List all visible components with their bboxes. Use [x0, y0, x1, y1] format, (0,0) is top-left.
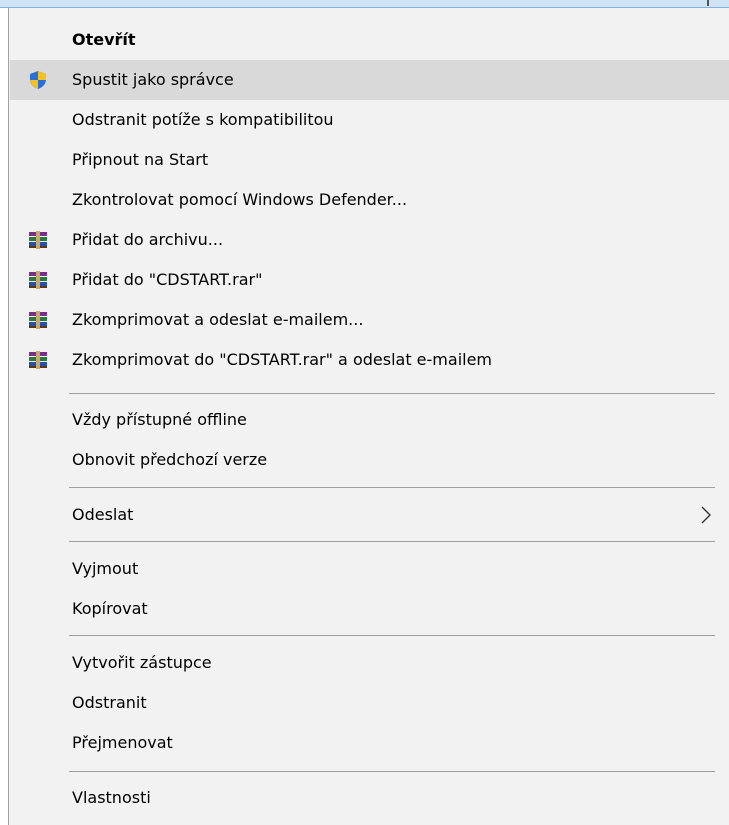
- menu-item-label: Zkomprimovat do "CDSTART.rar" a odeslat …: [72, 350, 493, 369]
- menu-item-properties[interactable]: Vlastnosti: [10, 778, 729, 818]
- menu-item-copy[interactable]: Kopírovat: [10, 589, 729, 629]
- selected-item-strip: [0, 0, 729, 8]
- menu-item-label: Zkontrolovat pomocí Windows Defender...: [72, 190, 408, 209]
- winrar-icon: [28, 310, 48, 330]
- winrar-icon: [28, 270, 48, 290]
- menu-item-label: Kopírovat: [72, 599, 148, 618]
- menu-separator: [69, 541, 715, 542]
- menu-item-send-to[interactable]: Odeslat: [10, 495, 729, 535]
- menu-item-add-to-cdstart-rar[interactable]: Přidat do "CDSTART.rar": [10, 260, 729, 300]
- menu-item-cut[interactable]: Vyjmout: [10, 549, 729, 589]
- menu-item-compress-and-email[interactable]: Zkomprimovat a odeslat e-mailem...: [10, 300, 729, 340]
- menu-item-add-to-archive[interactable]: Přidat do archivu...: [10, 220, 729, 260]
- menu-item-label: Spustit jako správce: [72, 70, 234, 89]
- menu-item-label: Odstranit potíže s kompatibilitou: [72, 110, 334, 129]
- menu-item-always-available-offline[interactable]: Vždy přístupné offline: [10, 400, 729, 440]
- menu-item-label: Vyjmout: [72, 559, 139, 578]
- menu-item-label: Vlastnosti: [72, 788, 151, 807]
- menu-item-scan-defender[interactable]: Zkontrolovat pomocí Windows Defender...: [10, 180, 729, 220]
- chevron-right-icon: [697, 506, 715, 524]
- menu-item-label: Přidat do archivu...: [72, 230, 224, 249]
- menu-item-rename[interactable]: Přejmenovat: [10, 723, 729, 763]
- menu-item-compress-to-cdstart-and-email[interactable]: Zkomprimovat do "CDSTART.rar" a odeslat …: [10, 340, 729, 380]
- menu-item-label: Přidat do "CDSTART.rar": [72, 270, 263, 289]
- uac-shield-icon: [28, 70, 48, 90]
- menu-item-run-as-admin[interactable]: Spustit jako správce: [10, 60, 729, 100]
- menu-item-label: Obnovit předchozí verze: [72, 450, 268, 469]
- menu-separator: [69, 487, 715, 488]
- menu-item-label: Přejmenovat: [72, 733, 173, 752]
- menu-item-restore-previous-versions[interactable]: Obnovit předchozí verze: [10, 440, 729, 480]
- context-menu: Otevřít Spustit jako správce Odstranit p…: [8, 8, 729, 825]
- winrar-icon: [28, 230, 48, 250]
- menu-item-label: Připnout na Start: [72, 150, 209, 169]
- menu-separator: [69, 635, 715, 636]
- menu-separator: [69, 771, 715, 772]
- menu-item-label: Odstranit: [72, 693, 147, 712]
- menu-item-troubleshoot-compatibility[interactable]: Odstranit potíže s kompatibilitou: [10, 100, 729, 140]
- menu-item-label: Otevřít: [72, 30, 136, 49]
- winrar-icon: [28, 350, 48, 370]
- menu-item-open[interactable]: Otevřít: [10, 20, 729, 60]
- menu-item-label: Vždy přístupné offline: [72, 410, 247, 429]
- menu-item-label: Odeslat: [72, 505, 134, 524]
- menu-separator: [69, 393, 715, 394]
- menu-item-label: Zkomprimovat a odeslat e-mailem...: [72, 310, 364, 329]
- menu-item-label: Vytvořit zástupce: [72, 653, 212, 672]
- menu-item-create-shortcut[interactable]: Vytvořit zástupce: [10, 643, 729, 683]
- menu-item-delete[interactable]: Odstranit: [10, 683, 729, 723]
- menu-item-pin-to-start[interactable]: Připnout na Start: [10, 140, 729, 180]
- text-caret: [707, 0, 709, 6]
